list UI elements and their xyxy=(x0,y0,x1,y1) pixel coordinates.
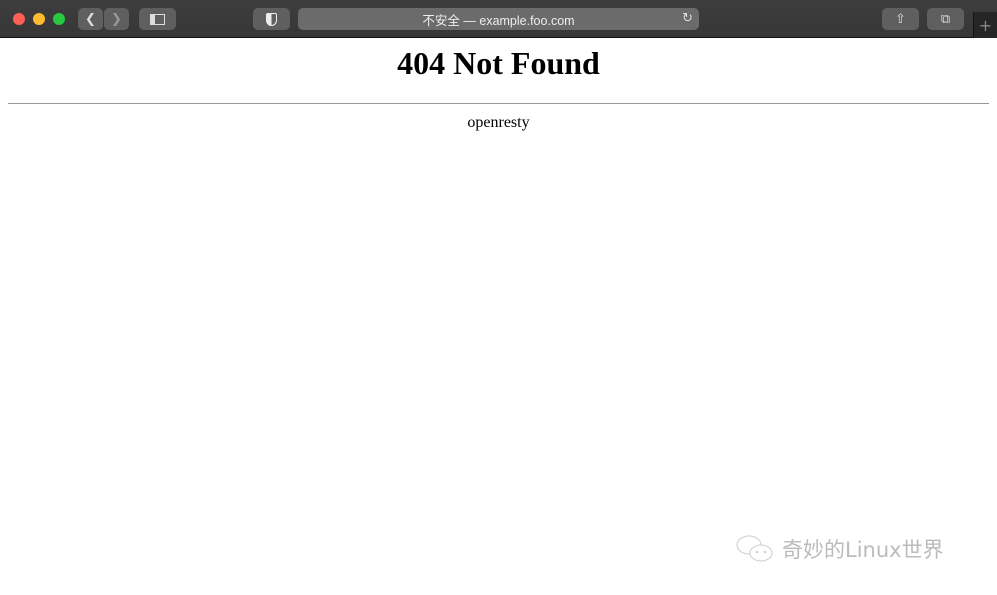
watermark: 奇妙的Linux世界 xyxy=(736,534,944,564)
privacy-button[interactable] xyxy=(253,8,290,30)
back-button[interactable]: ❮ xyxy=(78,8,103,30)
close-window-button[interactable] xyxy=(13,13,25,25)
divider xyxy=(8,103,989,104)
wechat-icon xyxy=(736,535,773,562)
address-bar[interactable]: 不安全 — example.foo.com ↻ xyxy=(298,8,699,30)
tabs-icon: ⧉ xyxy=(940,11,951,27)
minimize-window-button[interactable] xyxy=(33,13,45,25)
watermark-text: 奇妙的Linux世界 xyxy=(782,538,944,562)
new-tab-button[interactable]: + xyxy=(973,12,997,38)
sidebar-icon xyxy=(150,13,165,25)
browser-toolbar: ❮ ❯ 不安全 — example.foo.com ↻ ⇧ ⧉ + xyxy=(0,0,997,38)
url-text: 不安全 — example.foo.com xyxy=(422,13,575,28)
new-tab-icon: + xyxy=(978,15,993,35)
share-button[interactable]: ⇧ xyxy=(882,8,919,30)
reload-icon[interactable]: ↻ xyxy=(682,11,693,26)
zoom-window-button[interactable] xyxy=(53,13,65,25)
page-title: 404 Not Found xyxy=(397,45,600,81)
server-name: openresty xyxy=(467,114,530,131)
back-icon: ❮ xyxy=(85,11,96,27)
shield-icon xyxy=(266,12,277,26)
forward-button[interactable]: ❯ xyxy=(104,8,129,30)
sidebar-button[interactable] xyxy=(139,8,176,30)
tabs-button[interactable]: ⧉ xyxy=(927,8,964,30)
forward-icon: ❯ xyxy=(111,11,122,27)
share-icon: ⇧ xyxy=(895,11,906,27)
